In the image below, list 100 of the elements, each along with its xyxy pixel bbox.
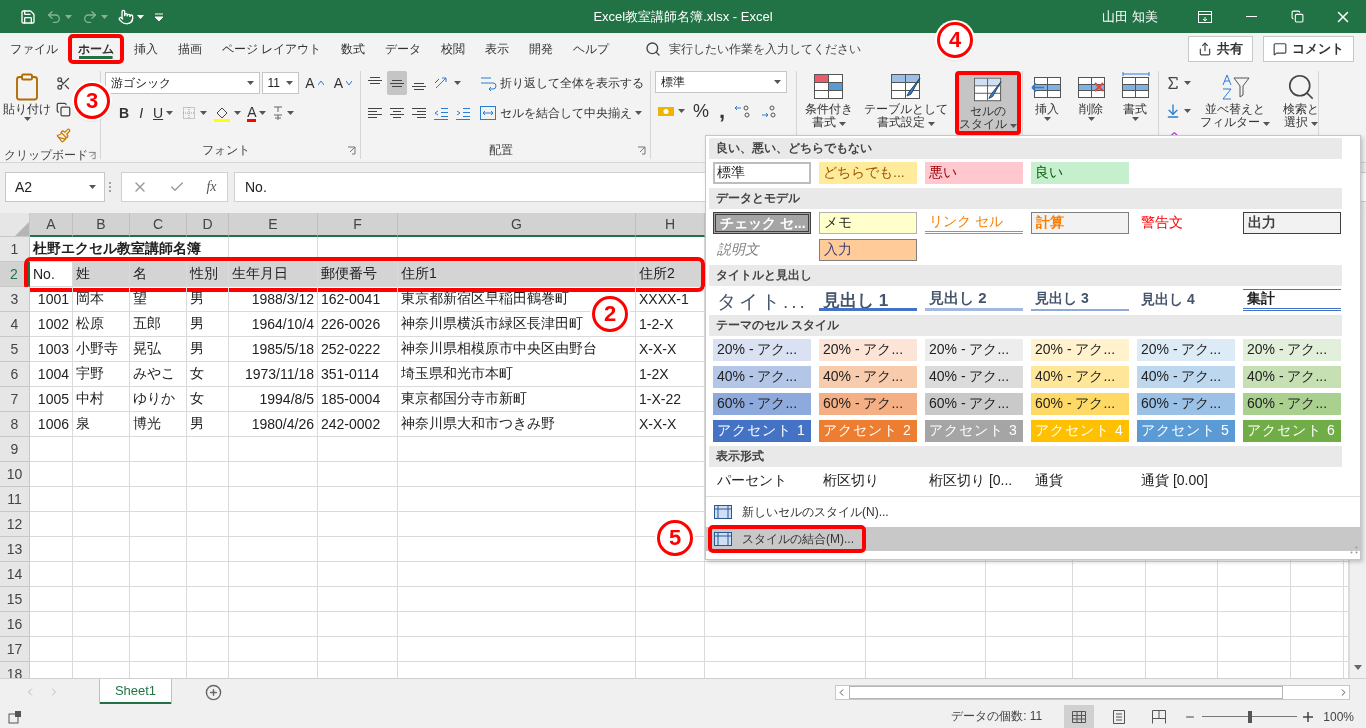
row-header[interactable]: 10 (0, 462, 30, 487)
comma-button[interactable]: , (715, 99, 730, 123)
style-item[interactable]: タイト... (713, 289, 811, 311)
menu-item[interactable]: 新しいセルのスタイル(N)... (706, 500, 1360, 524)
style-item[interactable]: 40% - アク... (713, 366, 811, 388)
style-item[interactable]: パーセント (713, 470, 811, 492)
style-item[interactable]: 見出し 1 (819, 289, 917, 311)
style-item[interactable]: 60% - アク... (1031, 393, 1129, 415)
style-item[interactable]: 見出し 3 (1031, 289, 1129, 311)
font-size-field[interactable]: 11 (261, 72, 300, 94)
style-item[interactable]: 20% - アク... (713, 339, 811, 361)
column-header[interactable]: A (30, 213, 73, 237)
row-header[interactable]: 4 (0, 312, 30, 337)
row-header[interactable]: 11 (0, 487, 30, 512)
style-item[interactable]: 良い (1031, 162, 1129, 184)
style-item[interactable]: メモ (819, 212, 917, 234)
insert-function-button[interactable]: fx (206, 179, 217, 195)
style-item[interactable]: 60% - アク... (819, 393, 917, 415)
style-item[interactable]: 20% - アク... (819, 339, 917, 361)
grow-font-button[interactable]: A (301, 71, 328, 95)
style-item[interactable]: 40% - アク... (1137, 366, 1235, 388)
shrink-font-button[interactable]: A (329, 71, 356, 95)
style-item[interactable]: 桁区切り [0... (925, 470, 1023, 492)
row-header[interactable]: 9 (0, 437, 30, 462)
row-header[interactable]: 3 (0, 287, 30, 312)
style-item[interactable]: 入力 (819, 239, 917, 261)
style-item[interactable]: 20% - アク... (1137, 339, 1235, 361)
style-item[interactable]: 40% - アク... (925, 366, 1023, 388)
underline-button[interactable]: U (149, 101, 178, 125)
style-item[interactable]: 通貨 (1031, 470, 1129, 492)
style-item[interactable]: 60% - アク... (1137, 393, 1235, 415)
column-header[interactable]: G (398, 213, 636, 237)
italic-button[interactable]: I (135, 101, 147, 125)
menu-tab[interactable]: 表示 (475, 34, 520, 64)
number-format-field[interactable]: 標準 (655, 71, 787, 93)
share-button[interactable]: 共有 (1188, 36, 1253, 62)
row-header[interactable]: 15 (0, 587, 30, 612)
style-item[interactable]: 40% - アク... (819, 366, 917, 388)
row-header[interactable]: 8 (0, 412, 30, 437)
sheet-tab[interactable]: Sheet1 (100, 678, 171, 704)
style-item[interactable]: 40% - アク... (1243, 366, 1341, 388)
style-item[interactable]: 桁区切り (819, 470, 917, 492)
column-header[interactable]: F (318, 213, 398, 237)
style-button[interactable]: テーブルとして 書式設定 (861, 71, 951, 135)
style-item[interactable]: 出力 (1243, 212, 1341, 234)
style-item[interactable]: 通貨 [0.00] (1137, 470, 1235, 492)
style-button[interactable]: セルの スタイル (955, 71, 1021, 135)
style-item[interactable]: 標準 (713, 162, 811, 184)
style-item[interactable]: 警告文 (1137, 212, 1235, 234)
style-item[interactable]: 集計 (1243, 289, 1341, 311)
comment-button[interactable]: コメント (1263, 36, 1354, 62)
menu-tab[interactable]: 描画 (168, 34, 212, 64)
name-box[interactable]: A2 (5, 172, 105, 202)
menu-tab[interactable]: ファイル (0, 34, 68, 64)
style-item[interactable]: 悪い (925, 162, 1023, 184)
paste-button[interactable]: 貼り付け (4, 71, 50, 135)
column-header[interactable]: B (73, 213, 130, 237)
merge-center-button[interactable]: セルを結合して中央揃え (477, 101, 646, 125)
style-item[interactable]: 説明文 (713, 239, 811, 261)
row-header[interactable]: 16 (0, 612, 30, 637)
menu-tab[interactable]: 校閲 (431, 34, 476, 64)
menu-tab[interactable]: 開発 (519, 34, 564, 64)
style-item[interactable]: 60% - アク... (925, 393, 1023, 415)
column-header[interactable]: H (636, 213, 705, 237)
style-item[interactable]: 20% - アク... (1243, 339, 1341, 361)
style-item[interactable]: 見出し 2 (925, 289, 1023, 311)
column-header[interactable]: C (130, 213, 187, 237)
sort-filter-button[interactable]: 並べ替えと フィルター (1197, 71, 1273, 135)
row-header[interactable]: 12 (0, 512, 30, 537)
style-item[interactable]: 60% - アク... (713, 393, 811, 415)
row-header[interactable]: 5 (0, 337, 30, 362)
menu-tab[interactable]: 数式 (331, 34, 376, 64)
style-button[interactable]: 条件付き 書式 (801, 71, 857, 135)
row-header[interactable]: 14 (0, 562, 30, 587)
style-item[interactable]: 60% - アク... (1243, 393, 1341, 415)
cells-button[interactable]: 書式 (1115, 71, 1155, 135)
search-field[interactable]: 実行したい作業を入力してください (645, 40, 862, 58)
style-item[interactable]: どちらでも... (819, 162, 917, 184)
cells-button[interactable]: 挿入 (1027, 71, 1067, 135)
wrap-text-button[interactable]: 折り返して全体を表示する (477, 71, 646, 95)
style-item[interactable]: 20% - アク... (925, 339, 1023, 361)
column-header[interactable]: D (187, 213, 229, 237)
style-item[interactable]: アクセント 1 (713, 420, 811, 442)
find-select-button[interactable]: 検索と 選択 (1277, 71, 1325, 135)
row-header[interactable]: 13 (0, 537, 30, 562)
style-item[interactable]: 見出し 4 (1137, 289, 1235, 311)
style-item[interactable]: 40% - アク... (1031, 366, 1129, 388)
column-header[interactable]: E (229, 213, 318, 237)
cells-button[interactable]: 削除 (1071, 71, 1111, 135)
row-header[interactable]: 1 (0, 237, 30, 262)
menu-tab[interactable]: 挿入 (124, 34, 168, 64)
row-header[interactable]: 6 (0, 362, 30, 387)
bold-button[interactable]: B (115, 101, 134, 125)
menu-tab[interactable]: ページ レイアウト (212, 34, 332, 64)
menu-tab[interactable]: ヘルプ (563, 34, 620, 64)
font-color-button[interactable]: A (245, 101, 269, 125)
menu-tab[interactable]: ホーム (68, 34, 124, 64)
menu-tab[interactable]: データ (375, 34, 432, 64)
font-name-field[interactable]: 游ゴシック (105, 72, 260, 94)
style-item[interactable]: 20% - アク... (1031, 339, 1129, 361)
